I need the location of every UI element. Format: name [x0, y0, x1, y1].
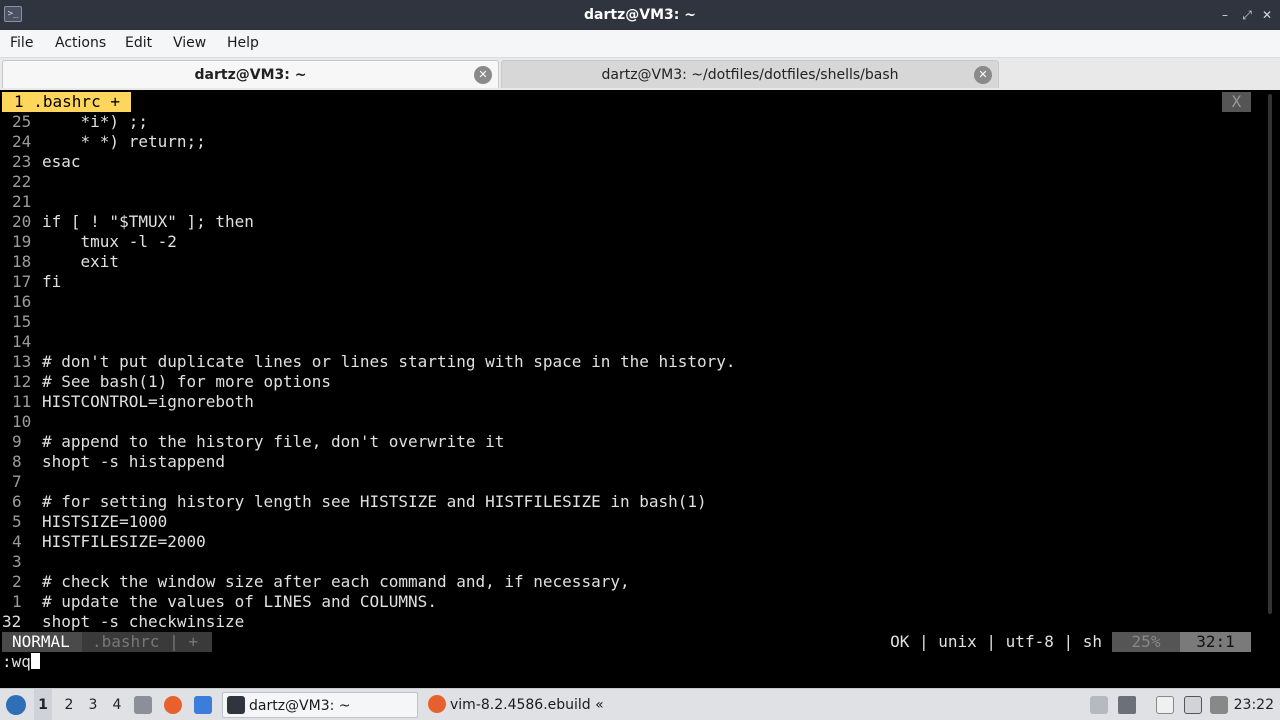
text-cursor: [30, 653, 40, 669]
line-number: 18: [12, 252, 32, 271]
menu-help[interactable]: Help: [227, 30, 259, 58]
line-number: 13: [12, 352, 32, 371]
minimize-icon[interactable]: –: [1216, 6, 1234, 24]
line-number: 3: [12, 552, 22, 571]
line-number: 7: [12, 472, 22, 491]
line-text: HISTSIZE=1000: [42, 512, 168, 531]
close-icon[interactable]: ✕: [1258, 6, 1276, 24]
vim-status-info: OK | unix | utf-8 | sh: [890, 632, 1102, 651]
workspace-3[interactable]: 3: [84, 689, 102, 720]
task-firefox[interactable]: vim-8.2.4586.ebuild « ...: [424, 692, 620, 718]
firefox-icon[interactable]: [164, 696, 182, 714]
line-number: 21: [12, 192, 32, 211]
line-number: 24: [12, 132, 32, 151]
command-text: :wq: [2, 652, 31, 671]
line-text: * *) return;;: [42, 132, 206, 151]
line-number: 5: [12, 512, 22, 531]
tab-label: dartz@VM3: ~: [194, 67, 307, 83]
taskbar: 1 2 3 4 dartz@VM3: ~ vim-8.2.4586.ebuild…: [0, 688, 1280, 720]
tab-close-icon[interactable]: ✕: [974, 66, 992, 84]
line-text: shopt -s histappend: [42, 452, 226, 471]
window-title: dartz@VM3: ~: [584, 7, 696, 23]
line-number: 1: [12, 592, 22, 611]
terminal-tab-bar: dartz@VM3: ~ ✕ dartz@VM3: ~/dotfiles/dot…: [0, 58, 1280, 90]
line-text: # don't put duplicate lines or lines sta…: [42, 352, 736, 371]
line-text: esac: [42, 152, 81, 171]
line-number: 14: [12, 332, 32, 351]
line-number: 12: [12, 372, 32, 391]
menu-edit[interactable]: Edit: [125, 30, 152, 58]
line-number: 15: [12, 312, 32, 331]
vim-buffer-tab[interactable]: 1 .bashrc +: [2, 92, 131, 112]
line-number: 23: [12, 152, 32, 171]
line-number: 9: [12, 432, 22, 451]
line-number: 22: [12, 172, 32, 191]
vim-status-percent: 25%: [1112, 632, 1180, 652]
line-text: # append to the history file, don't over…: [42, 432, 505, 451]
network-icon[interactable]: [1210, 696, 1228, 714]
line-number: 10: [12, 412, 32, 431]
vim-status-file: .bashrc | +: [82, 632, 212, 652]
line-text: *i*) ;;: [42, 112, 148, 131]
terminal-area[interactable]: 1 .bashrc + X 25 *i*) ;; 24 * *) return;;…: [0, 90, 1280, 688]
line-text: fi: [42, 272, 62, 291]
vim-mode: NORMAL: [2, 632, 82, 652]
line-number: 20: [12, 212, 32, 231]
tab-label: dartz@VM3: ~/dotfiles/dotfiles/shells/ba…: [601, 67, 899, 83]
line-text: exit: [42, 252, 120, 271]
window-titlebar: >_ dartz@VM3: ~ – ⤢ ✕: [0, 0, 1280, 30]
vim-statusline: NORMAL .bashrc | + OK | unix | utf-8 | s…: [0, 632, 1252, 652]
tab-close-icon[interactable]: ✕: [474, 66, 492, 84]
workspace-2[interactable]: 2: [60, 689, 78, 720]
line-number: 17: [12, 272, 32, 291]
display-icon[interactable]: [1184, 696, 1202, 714]
line-text: HISTCONTROL=ignoreboth: [42, 392, 254, 411]
upload-icon[interactable]: [1090, 696, 1108, 714]
tab-bash-dotfiles[interactable]: dartz@VM3: ~/dotfiles/dotfiles/shells/ba…: [501, 60, 999, 88]
terminal-scrollbar[interactable]: [1252, 90, 1280, 688]
volume-icon[interactable]: [1118, 696, 1136, 714]
start-menu-icon[interactable]: [6, 695, 26, 715]
line-number: 8: [12, 452, 22, 471]
line-text: # See bash(1) for more options: [42, 372, 331, 391]
line-number: 25: [12, 112, 32, 131]
vim-status-position: 32:1: [1180, 632, 1251, 652]
tab-home[interactable]: dartz@VM3: ~ ✕: [2, 60, 499, 88]
desktop-icon[interactable]: [194, 696, 212, 714]
line-text: shopt -s checkwinsize: [42, 612, 245, 631]
menu-view[interactable]: View: [173, 30, 206, 58]
terminal-icon: [227, 696, 245, 714]
task-label: dartz@VM3: ~: [249, 698, 351, 714]
scrollbar-thumb[interactable]: [1268, 94, 1272, 614]
workspace-4[interactable]: 4: [108, 689, 126, 720]
line-number: 16: [12, 292, 32, 311]
line-text: # for setting history length see HISTSIZ…: [42, 492, 707, 511]
vim-tab-close[interactable]: X: [1222, 92, 1251, 112]
line-number: 32: [2, 612, 22, 631]
clock[interactable]: 23:22: [1234, 689, 1274, 720]
line-text: HISTFILESIZE=2000: [42, 532, 206, 551]
workspace-1[interactable]: 1: [34, 689, 52, 720]
menu-bar: File Actions Edit View Help: [0, 30, 1280, 58]
line-text: # check the window size after each comma…: [42, 572, 630, 591]
line-text: # update the values of LINES and COLUMNS…: [42, 592, 437, 611]
vim-command-line[interactable]: :wq: [2, 652, 40, 672]
restore-icon[interactable]: ⤢: [1238, 6, 1256, 24]
task-label: vim-8.2.4586.ebuild « ...: [450, 697, 604, 713]
line-number: 6: [12, 492, 22, 511]
line-number: 11: [12, 392, 32, 411]
task-terminal[interactable]: dartz@VM3: ~: [222, 692, 418, 718]
menu-file[interactable]: File: [10, 30, 33, 58]
line-number: 19: [12, 232, 32, 251]
firefox-icon: [428, 695, 446, 713]
line-number: 4: [12, 532, 22, 551]
line-text: tmux -l -2: [42, 232, 177, 251]
clipboard-icon[interactable]: [1156, 696, 1174, 714]
file-manager-icon[interactable]: [134, 696, 152, 714]
line-text: if [ ! "$TMUX" ]; then: [42, 212, 254, 231]
menu-actions[interactable]: Actions: [55, 30, 106, 58]
line-number: 2: [12, 572, 22, 591]
